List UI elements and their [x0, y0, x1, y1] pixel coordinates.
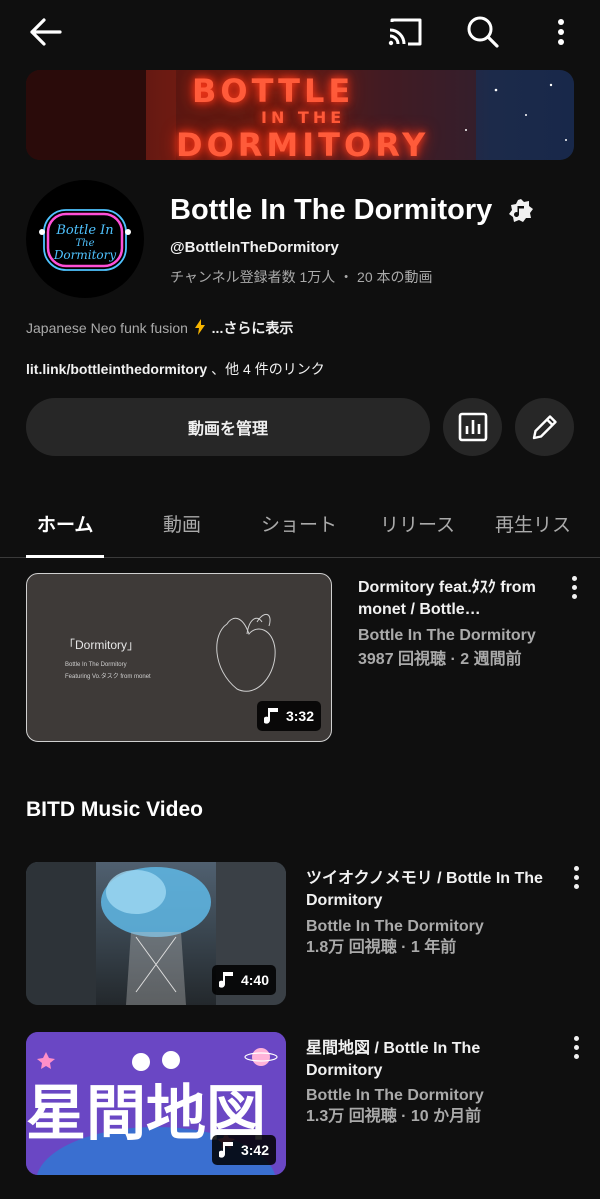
featured-video-meta: 3987 回視聴 · 2 週間前	[358, 651, 522, 668]
search-icon	[467, 16, 499, 48]
featured-video-title[interactable]: Dormitory feat.ﾀｽｸ from monet / Bottle…	[358, 577, 553, 621]
video-2-meta: 1.3万 回視聴 · 10 か月前	[306, 1108, 482, 1125]
music-note-icon	[263, 708, 278, 724]
video-1-menu-button[interactable]	[566, 862, 586, 892]
arrow-left-icon	[30, 18, 62, 46]
analytics-button[interactable]	[443, 398, 502, 456]
thumb-subtitle-2: Featuring Vo.タスク from monet	[65, 674, 151, 680]
channel-stats: チャンネル登録者数 1万人 ・ 20 本の動画	[170, 269, 433, 285]
channel-handle: @BottleInTheDormitory	[170, 239, 339, 256]
main-link[interactable]: lit.link/bottleinthedormitory	[26, 361, 207, 377]
analytics-icon	[458, 412, 487, 442]
cast-icon	[388, 18, 422, 46]
banner-text-line3: DORMITORY	[176, 126, 430, 160]
description-text: Japanese Neo funk fusion	[26, 320, 188, 336]
music-note-icon	[218, 972, 233, 988]
video-thumbnail-1[interactable]: 4:40	[26, 862, 286, 1005]
more-options-button[interactable]	[544, 12, 578, 52]
featured-video-thumbnail[interactable]: 「Dormitory」 Bottle In The Dormitory Feat…	[26, 573, 332, 742]
video-1-title[interactable]: ツイオクノメモリ / Bottle In The Dormitory	[306, 868, 546, 912]
music-note-icon	[218, 1142, 233, 1158]
video-1-duration: 4:40	[240, 972, 269, 988]
tab-home[interactable]: ホーム	[37, 510, 93, 537]
search-button[interactable]	[460, 12, 506, 52]
video-1-channel: Bottle In The Dormitory	[306, 918, 484, 935]
thumb-subtitle-1: Bottle In The Dormitory	[65, 662, 127, 668]
manage-videos-button[interactable]: 動画を管理	[26, 398, 430, 456]
channel-description[interactable]: Japanese Neo funk fusion ...さらに表示	[26, 318, 293, 338]
tab-shorts[interactable]: ショート	[261, 510, 337, 537]
show-more-link[interactable]: ...さらに表示	[212, 320, 294, 336]
video-thumbnail-2[interactable]: 星間地図 3:42	[26, 1032, 286, 1175]
featured-duration-badge: 3:32	[256, 701, 321, 731]
channel-tabs: ホーム 動画 ショート リリース 再生リス	[0, 490, 600, 558]
channel-name-text: Bottle In The Dormitory	[170, 194, 493, 226]
video-2-duration-badge: 3:42	[211, 1135, 276, 1165]
avatar-text-1: Bottle In	[55, 223, 113, 238]
section-title: BITD Music Video	[26, 798, 203, 821]
heart-drawing	[216, 613, 276, 692]
edit-button[interactable]	[515, 398, 574, 456]
music-note-badge-icon	[509, 199, 534, 223]
featured-video-channel: Bottle In The Dormitory	[358, 627, 536, 644]
cast-button[interactable]	[382, 12, 428, 52]
more-links-text[interactable]: 、他 4 件のリンク	[211, 361, 325, 377]
tab-releases[interactable]: リリース	[380, 510, 455, 537]
avatar-text-3: Dormitory	[53, 248, 117, 262]
back-button[interactable]	[22, 12, 68, 52]
tab-playlists[interactable]: 再生リス	[495, 510, 571, 537]
avatar-neon-sign: Bottle In The Dormitory	[39, 209, 131, 271]
pencil-icon	[532, 415, 557, 440]
video-1-meta: 1.8万 回視聴 · 1 年前	[306, 939, 457, 956]
video-2-duration: 3:42	[240, 1142, 269, 1158]
tab-videos[interactable]: 動画	[163, 510, 201, 537]
more-vert-icon	[558, 19, 564, 45]
channel-links[interactable]: lit.link/bottleinthedormitory 、他 4 件のリンク	[26, 359, 325, 379]
channel-name: Bottle In The Dormitory	[170, 194, 534, 227]
active-tab-indicator	[26, 555, 104, 558]
banner-text-line1: BOTTLE	[192, 72, 355, 110]
top-bar	[0, 0, 600, 64]
video-2-channel: Bottle In The Dormitory	[306, 1087, 484, 1104]
lightning-icon	[194, 319, 205, 335]
featured-duration: 3:32	[285, 708, 314, 724]
featured-video-menu-button[interactable]	[564, 572, 584, 602]
thumb-title: 「Dormitory」	[63, 638, 140, 652]
channel-avatar[interactable]: Bottle In The Dormitory	[26, 180, 144, 298]
banner-text-line2: IN THE	[261, 108, 346, 127]
video-1-duration-badge: 4:40	[211, 965, 276, 995]
video-2-menu-button[interactable]	[566, 1032, 586, 1062]
video-2-title[interactable]: 星間地図 / Bottle In The Dormitory	[306, 1038, 546, 1082]
channel-banner: BOTTLE IN THE DORMITORY	[26, 70, 574, 160]
